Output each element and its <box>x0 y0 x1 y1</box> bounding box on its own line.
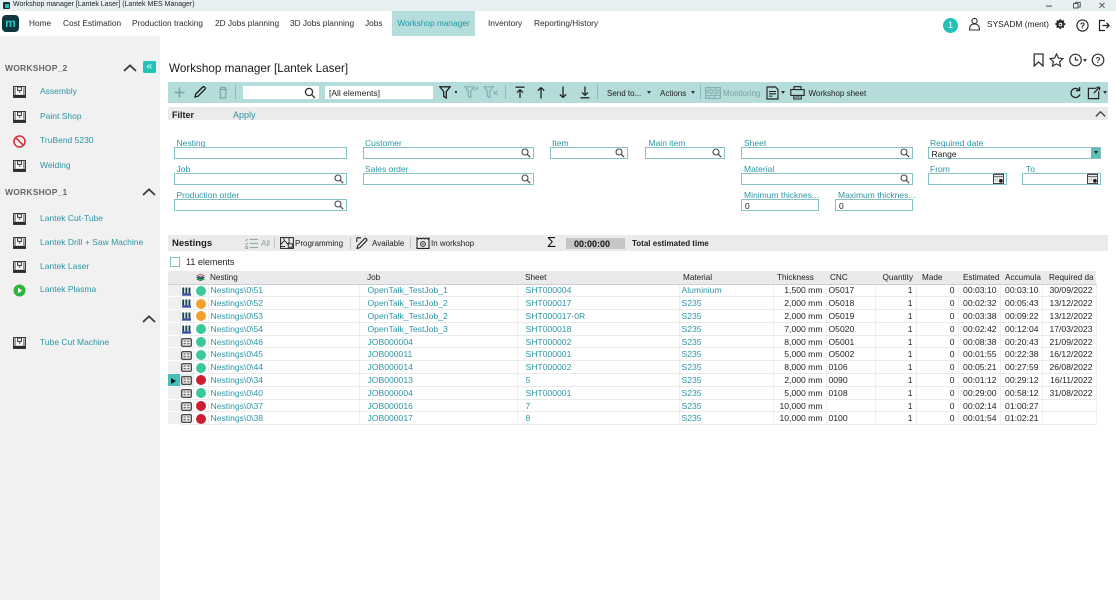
svg-text:?: ? <box>1095 55 1100 65</box>
svg-text:?: ? <box>1080 20 1085 30</box>
